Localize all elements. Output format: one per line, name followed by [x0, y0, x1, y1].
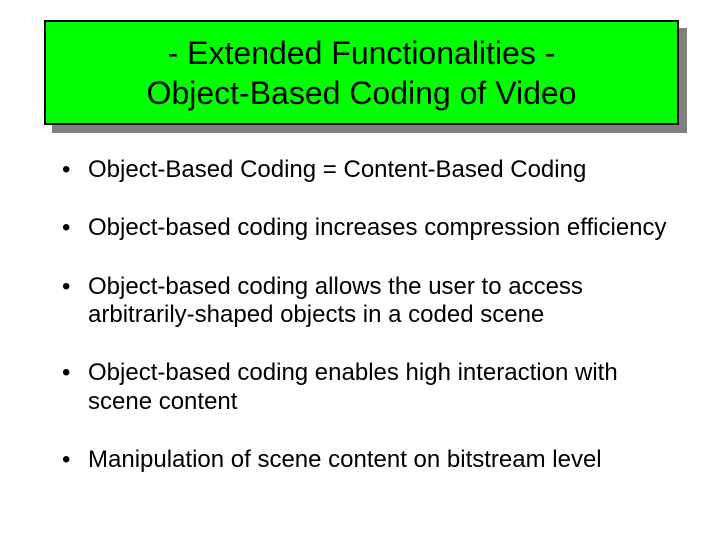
- list-item: Object-Based Coding = Content-Based Codi…: [62, 156, 672, 184]
- bullet-list: Object-Based Coding = Content-Based Codi…: [62, 156, 672, 504]
- slide-title: - Extended Functionalities - Object-Base…: [137, 29, 587, 117]
- slide: - Extended Functionalities - Object-Base…: [0, 0, 720, 540]
- title-box: - Extended Functionalities - Object-Base…: [44, 20, 679, 125]
- title-container: - Extended Functionalities - Object-Base…: [44, 20, 679, 125]
- list-item: Object-based coding enables high interac…: [62, 359, 672, 416]
- list-item: Object-based coding increases compressio…: [62, 214, 672, 242]
- list-item: Object-based coding allows the user to a…: [62, 273, 672, 330]
- title-line-2: Object-Based Coding of Video: [147, 75, 577, 111]
- list-item: Manipulation of scene content on bitstre…: [62, 446, 672, 474]
- title-line-1: - Extended Functionalities -: [168, 35, 556, 71]
